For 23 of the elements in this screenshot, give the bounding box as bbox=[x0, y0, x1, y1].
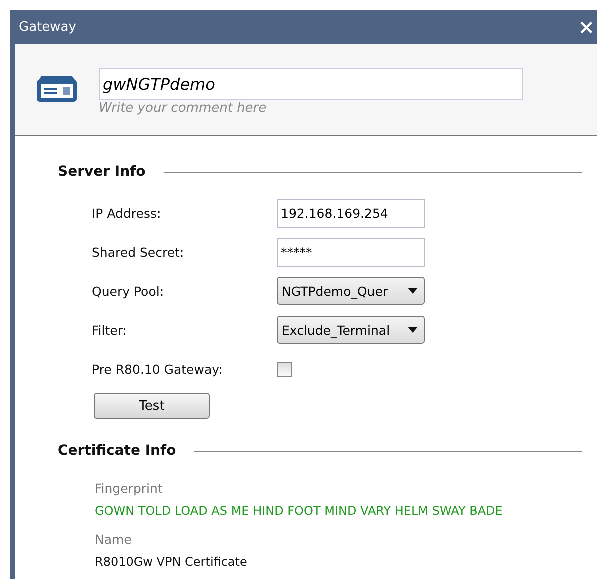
checkbox[interactable] bbox=[277, 362, 292, 376]
window-title: Gateway bbox=[19, 20, 76, 34]
info-value: R8010Gw VPN Certificate bbox=[95, 555, 248, 569]
field-label: Shared Secret: bbox=[92, 244, 186, 260]
section-title: Server Info bbox=[58, 164, 146, 180]
field-label: Pre R80.10 Gateway: bbox=[92, 362, 224, 376]
name-field[interactable]: gwNGTPdemo bbox=[99, 68, 523, 100]
dropdown[interactable]: Exclude_Terminal bbox=[277, 316, 425, 344]
caret-icon bbox=[408, 327, 418, 333]
close-button[interactable]: × bbox=[576, 17, 597, 37]
comment-field[interactable]: Write your comment here bbox=[99, 101, 399, 116]
input-field[interactable]: ***** bbox=[277, 238, 425, 266]
field-label: Query Pool: bbox=[92, 284, 166, 298]
section-title: Certificate Info bbox=[58, 443, 176, 459]
caret-icon bbox=[408, 288, 418, 294]
field-label: Filter: bbox=[92, 322, 128, 338]
info-value: GOWN TOLD LOAD AS ME HIND FOOT MIND VARY HELM SWAY BADE bbox=[95, 504, 504, 518]
input-field[interactable]: 192.168.169.254 bbox=[277, 198, 425, 228]
dropdown[interactable]: NGTPdemo_Quer bbox=[277, 277, 425, 305]
field-label: IP Address: bbox=[92, 206, 162, 220]
info-label: Fingerprint bbox=[95, 481, 164, 496]
test-button[interactable]: Test bbox=[94, 393, 210, 419]
info-label: Name bbox=[95, 532, 133, 547]
